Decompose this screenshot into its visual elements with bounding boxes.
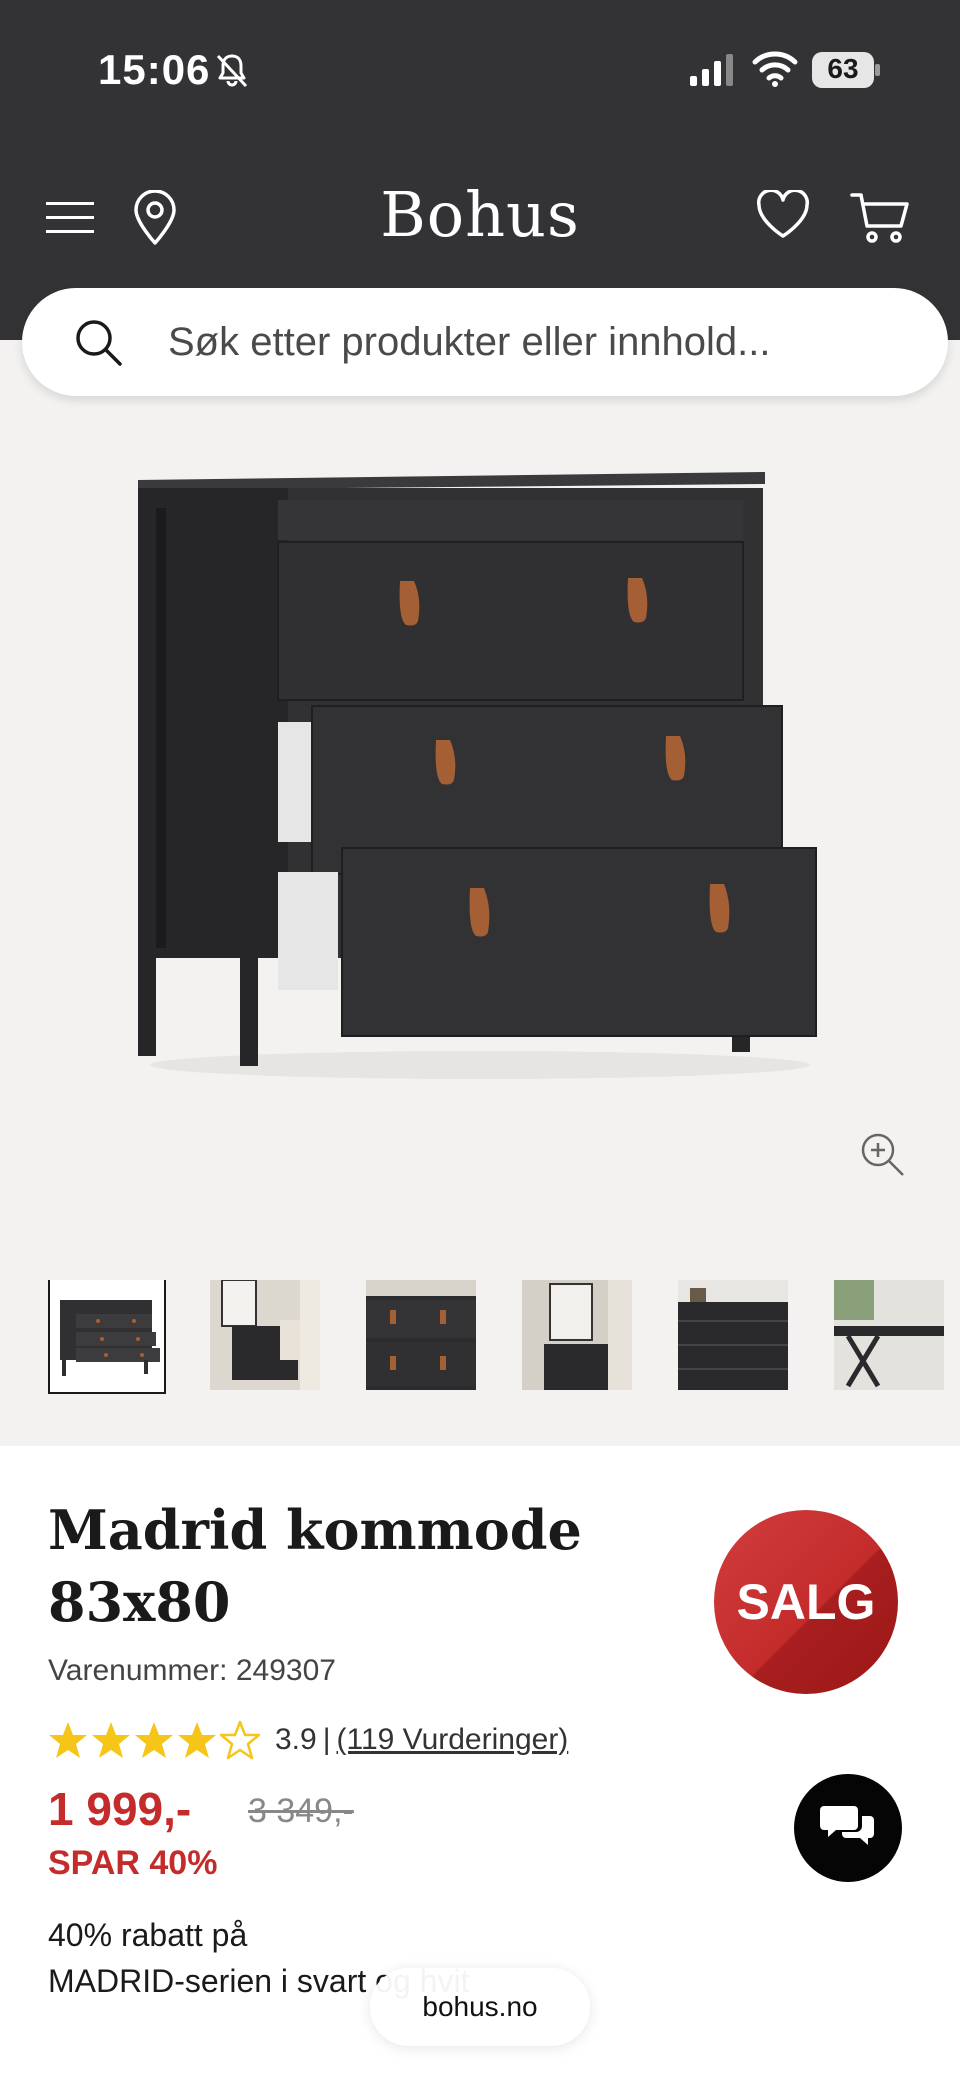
product-main-image[interactable] (120, 460, 840, 1080)
battery-indicator: 63 (812, 52, 880, 88)
rating-separator: | (322, 1723, 331, 1756)
sale-badge: SALG (714, 1510, 898, 1694)
thumbnail-6[interactable] (834, 1280, 944, 1390)
star-icon (178, 1722, 216, 1758)
thumbnail-2[interactable] (210, 1280, 320, 1390)
product-title-line1: Madrid kommode (48, 1498, 582, 1562)
sku-value: 249307 (235, 1654, 336, 1687)
search-icon (76, 320, 122, 366)
star-icon (49, 1722, 87, 1758)
thumbnail-4[interactable] (522, 1280, 632, 1390)
rating-value: 3.9 (275, 1723, 317, 1756)
search-input[interactable] (168, 310, 908, 374)
browser-url-bar[interactable]: bohus.no (370, 1968, 590, 2046)
thumbnail-3[interactable] (366, 1280, 476, 1390)
savings-label: SPAR 40% (48, 1844, 218, 1882)
heart-icon[interactable] (756, 190, 810, 240)
thumbnail-strip (48, 1280, 960, 1400)
original-price: 3 349,- (248, 1792, 354, 1830)
status-time: 15:06 (98, 46, 211, 93)
signal-icon (690, 54, 733, 86)
reviews-link[interactable]: (119 Vurderinger) (337, 1723, 569, 1757)
product-gallery (0, 340, 960, 1446)
thumbnail-1[interactable] (48, 1280, 166, 1394)
product-rating[interactable]: 3.9 | (119 Vurderinger) (48, 1718, 568, 1762)
star-icon (135, 1722, 173, 1758)
chat-button[interactable] (794, 1774, 902, 1882)
product-title-line2: 83x80 (48, 1570, 231, 1634)
product-title: Madrid kommode 83x80 (48, 1494, 588, 1638)
battery-level: 63 (827, 53, 859, 84)
store-location-icon[interactable] (132, 190, 178, 246)
wifi-icon (752, 51, 798, 87)
star-outline-icon (220, 1720, 260, 1760)
chat-bubbles-icon (820, 1806, 874, 1845)
cart-icon[interactable] (850, 190, 910, 246)
product-sku: Varenummer: 249307 (48, 1654, 336, 1688)
bell-muted-icon (216, 54, 248, 88)
zoom-in-icon[interactable] (858, 1130, 906, 1178)
brand-logo[interactable]: Bohus (330, 178, 630, 251)
sku-label: Varenummer: (48, 1654, 228, 1687)
promo-line1: 40% rabatt på (48, 1917, 248, 1953)
star-icon (92, 1722, 130, 1758)
menu-icon[interactable] (46, 198, 96, 238)
current-price: 1 999,- (48, 1783, 192, 1835)
thumbnail-5[interactable] (678, 1280, 788, 1390)
search-bar[interactable] (22, 288, 948, 396)
